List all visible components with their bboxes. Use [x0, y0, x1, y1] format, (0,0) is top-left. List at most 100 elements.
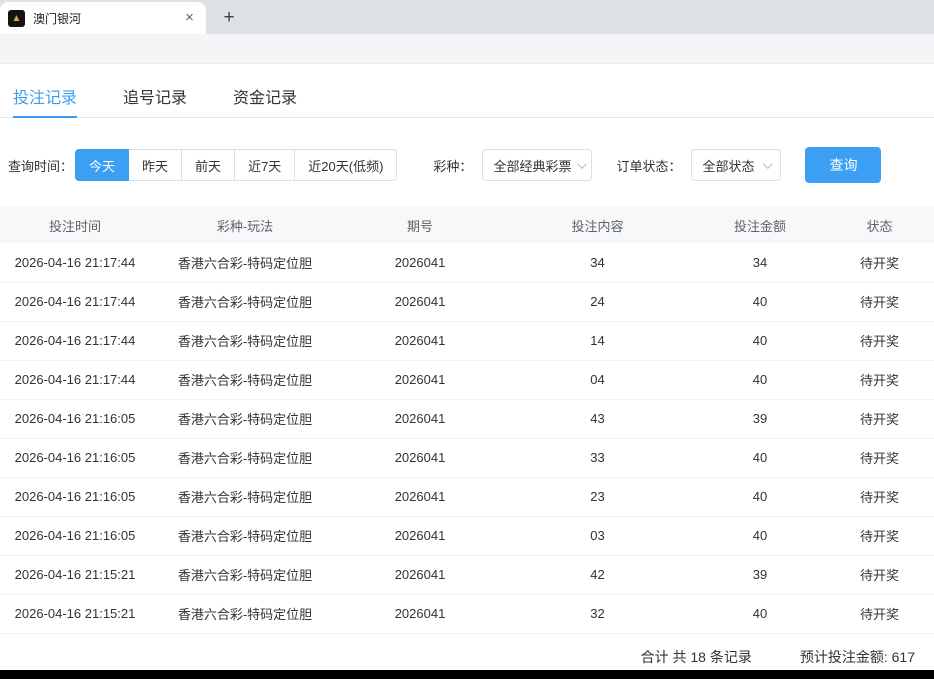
- table-row: 2026-04-16 21:17:44香港六合彩-特码定位胆2026041343…: [0, 243, 934, 282]
- browser-toolbar: [0, 34, 934, 64]
- time-filter-button[interactable]: 今天: [75, 149, 129, 181]
- table-cell: 40: [695, 594, 825, 633]
- table-cell: 2026041: [340, 360, 500, 399]
- table-row: 2026-04-16 21:16:05香港六合彩-特码定位胆2026041433…: [0, 399, 934, 438]
- status-select-value: 全部状态: [702, 156, 757, 175]
- query-button[interactable]: 查询: [805, 147, 881, 183]
- table-row: 2026-04-16 21:17:44香港六合彩-特码定位胆2026041044…: [0, 360, 934, 399]
- table-cell: 2026041: [340, 516, 500, 555]
- table-cell: 待开奖: [825, 555, 934, 594]
- tab-bet-records[interactable]: 投注记录: [13, 74, 77, 117]
- bottom-black-bar: [0, 670, 934, 679]
- table-cell: 2026041: [340, 282, 500, 321]
- time-filter-button[interactable]: 前天: [181, 149, 235, 181]
- table-cell: 39: [695, 555, 825, 594]
- table-cell: 39: [695, 399, 825, 438]
- table-cell: 2026-04-16 21:15:21: [0, 594, 150, 633]
- table-cell: 40: [695, 438, 825, 477]
- table-cell: 2026-04-16 21:16:05: [0, 438, 150, 477]
- table-cell: 待开奖: [825, 360, 934, 399]
- tab-chase-records[interactable]: 追号记录: [123, 74, 187, 117]
- table-cell: 40: [695, 477, 825, 516]
- record-tabs: 投注记录 追号记录 资金记录: [0, 74, 934, 118]
- table-cell: 香港六合彩-特码定位胆: [150, 360, 340, 399]
- column-header: 状态: [825, 207, 934, 243]
- table-cell: 40: [695, 282, 825, 321]
- table-cell: 2026-04-16 21:17:44: [0, 321, 150, 360]
- column-header: 投注内容: [500, 207, 695, 243]
- table-cell: 待开奖: [825, 321, 934, 360]
- table-cell: 香港六合彩-特码定位胆: [150, 321, 340, 360]
- column-header: 投注金额: [695, 207, 825, 243]
- table-cell: 2026041: [340, 555, 500, 594]
- time-filter-button[interactable]: 昨天: [128, 149, 182, 181]
- table-cell: 香港六合彩-特码定位胆: [150, 399, 340, 438]
- table-cell: 34: [500, 243, 695, 282]
- table-row: 2026-04-16 21:15:21香港六合彩-特码定位胆2026041423…: [0, 555, 934, 594]
- table-cell: 待开奖: [825, 516, 934, 555]
- browser-tab[interactable]: ▲ 澳门银河 ×: [0, 2, 206, 34]
- lottery-filter-label: 彩种：: [433, 156, 472, 175]
- table-row: 2026-04-16 21:15:21香港六合彩-特码定位胆2026041324…: [0, 594, 934, 633]
- table-header-row: 投注时间彩种-玩法期号投注内容投注金额状态: [0, 207, 934, 243]
- table-cell: 34: [695, 243, 825, 282]
- table-cell: 03: [500, 516, 695, 555]
- table-cell: 香港六合彩-特码定位胆: [150, 477, 340, 516]
- table-cell: 2026-04-16 21:15:21: [0, 555, 150, 594]
- table-cell: 43: [500, 399, 695, 438]
- new-tab-button[interactable]: +: [216, 5, 242, 31]
- table-cell: 2026041: [340, 399, 500, 438]
- table-cell: 待开奖: [825, 594, 934, 633]
- table-cell: 2026-04-16 21:16:05: [0, 516, 150, 555]
- table-cell: 待开奖: [825, 438, 934, 477]
- close-tab-icon[interactable]: ×: [181, 10, 198, 27]
- table-row: 2026-04-16 21:16:05香港六合彩-特码定位胆2026041334…: [0, 438, 934, 477]
- column-header: 投注时间: [0, 207, 150, 243]
- table-cell: 2026041: [340, 477, 500, 516]
- lottery-select-value: 全部经典彩票: [493, 156, 571, 175]
- table-cell: 2026-04-16 21:17:44: [0, 243, 150, 282]
- time-filter-group: 今天昨天前天近7天近20天(低频): [75, 149, 397, 181]
- table-cell: 2026041: [340, 321, 500, 360]
- total-records-text: 合计 共 18 条记录: [641, 647, 752, 667]
- chevron-down-icon: [577, 159, 587, 169]
- table-cell: 香港六合彩-特码定位胆: [150, 282, 340, 321]
- table-cell: 香港六合彩-特码定位胆: [150, 243, 340, 282]
- table-cell: 2026041: [340, 243, 500, 282]
- table-cell: 待开奖: [825, 477, 934, 516]
- table-cell: 2026-04-16 21:17:44: [0, 360, 150, 399]
- table-row: 2026-04-16 21:16:05香港六合彩-特码定位胆2026041234…: [0, 477, 934, 516]
- table-body: 2026-04-16 21:17:44香港六合彩-特码定位胆2026041343…: [0, 243, 934, 633]
- table-cell: 04: [500, 360, 695, 399]
- table-cell: 2026041: [340, 594, 500, 633]
- column-header: 期号: [340, 207, 500, 243]
- status-filter-label: 订单状态：: [616, 156, 681, 175]
- table-cell: 待开奖: [825, 282, 934, 321]
- summary-bar: 合计 共 18 条记录 预计投注金额: 617: [0, 634, 934, 667]
- column-header: 彩种-玩法: [150, 207, 340, 243]
- table-cell: 待开奖: [825, 243, 934, 282]
- table-cell: 33: [500, 438, 695, 477]
- time-filter-button[interactable]: 近20天(低频): [294, 149, 397, 181]
- order-status-select[interactable]: 全部状态: [691, 149, 781, 181]
- table-cell: 2026-04-16 21:16:05: [0, 477, 150, 516]
- tab-fund-records[interactable]: 资金记录: [233, 74, 297, 117]
- table-cell: 40: [695, 321, 825, 360]
- table-cell: 23: [500, 477, 695, 516]
- table-row: 2026-04-16 21:17:44香港六合彩-特码定位胆2026041244…: [0, 282, 934, 321]
- table-cell: 40: [695, 516, 825, 555]
- table-cell: 香港六合彩-特码定位胆: [150, 555, 340, 594]
- table-cell: 32: [500, 594, 695, 633]
- time-filter-button[interactable]: 近7天: [234, 149, 295, 181]
- table-cell: 14: [500, 321, 695, 360]
- table-cell: 香港六合彩-特码定位胆: [150, 438, 340, 477]
- table-cell: 2026-04-16 21:16:05: [0, 399, 150, 438]
- browser-tab-strip: ▲ 澳门银河 × +: [0, 0, 934, 34]
- chevron-down-icon: [763, 159, 773, 169]
- time-filter-label: 查询时间：: [8, 156, 73, 175]
- galaxy-logo-icon: ▲: [8, 10, 25, 27]
- table-cell: 2026041: [340, 438, 500, 477]
- lottery-select[interactable]: 全部经典彩票: [482, 149, 592, 181]
- filter-bar: 查询时间： 今天昨天前天近7天近20天(低频) 彩种： 全部经典彩票 订单状态：…: [0, 147, 934, 183]
- table-cell: 42: [500, 555, 695, 594]
